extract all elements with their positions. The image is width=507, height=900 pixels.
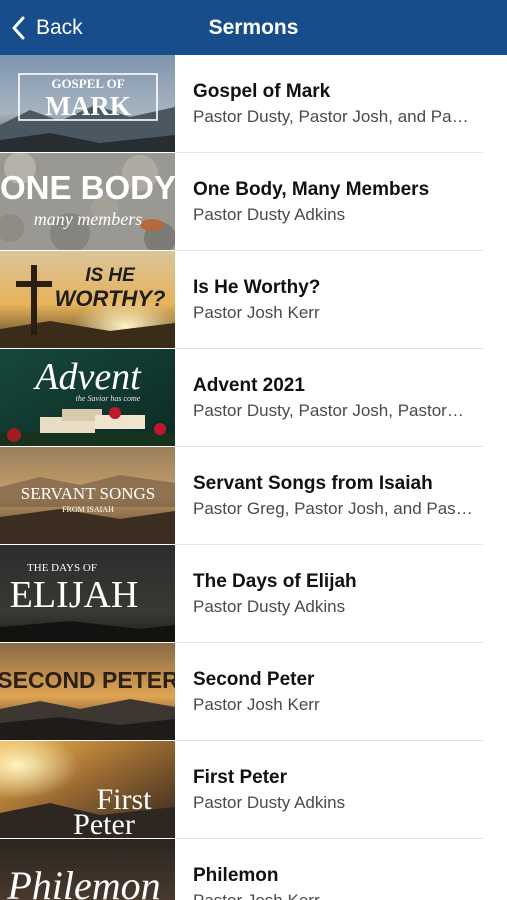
sermon-series-row[interactable]: SECOND PETER Second Peter Pastor Josh Ke… (0, 643, 507, 741)
series-artwork: GOSPEL OF MARK (0, 55, 175, 152)
sermons-screen: Back Sermons GOSPEL OF MARK Gospel of Ma… (0, 0, 507, 900)
series-speakers: Pastor Dusty, Pastor Josh, and Pas… (193, 107, 473, 126)
artwork-text: WORTHY? (55, 286, 166, 311)
series-speakers: Pastor Dusty Adkins (193, 793, 346, 812)
series-speakers: Pastor Greg, Pastor Josh, and Past… (193, 499, 473, 518)
sermon-series-row[interactable]: ONE BODY many members One Body, Many Mem… (0, 153, 507, 251)
sermon-series-row[interactable]: IS HE WORTHY? Is He Worthy? Pastor Josh … (0, 251, 507, 349)
series-speakers: Pastor Josh Kerr (193, 695, 320, 714)
artwork-text: SERVANT SONGS (21, 484, 156, 503)
artwork-text: ONE BODY (0, 169, 175, 206)
artwork-text: ELIJAH (10, 574, 139, 616)
series-title: Servant Songs from Isaiah (193, 473, 433, 494)
series-artwork: SECOND PETER (0, 643, 175, 740)
artwork-text: SECOND PETER (0, 667, 175, 693)
series-title: First Peter (193, 767, 287, 788)
back-button[interactable]: Back (12, 0, 83, 55)
series-title: Second Peter (193, 669, 315, 690)
sermon-series-row[interactable]: Philemon Philemon Pastor Josh Kerr (0, 839, 507, 900)
series-title: The Days of Elijah (193, 571, 357, 592)
sermon-series-row[interactable]: Advent the Savior has come Advent 2021 P… (0, 349, 507, 447)
series-title: Is He Worthy? (193, 277, 321, 298)
series-artwork: THE DAYS OF ELIJAH (0, 545, 175, 642)
series-artwork: Philemon (0, 839, 175, 900)
series-artwork: SERVANT SONGS FROM ISAIAH (0, 447, 175, 544)
series-title: Advent 2021 (193, 375, 305, 396)
series-speakers: Pastor Dusty, Pastor Josh, Pastor… (193, 401, 464, 420)
chevron-left-icon (12, 16, 26, 40)
sermon-series-row[interactable]: THE DAYS OF ELIJAH The Days of Elijah Pa… (0, 545, 507, 643)
artwork-text: THE DAYS OF (27, 562, 97, 574)
series-title: Philemon (193, 865, 279, 886)
series-title: Gospel of Mark (193, 81, 331, 102)
sermon-series-row[interactable]: GOSPEL OF MARK Gospel of Mark Pastor Dus… (0, 55, 507, 153)
series-speakers: Pastor Dusty Adkins (193, 205, 346, 224)
sermon-series-row[interactable]: SERVANT SONGS FROM ISAIAH Servant Songs … (0, 447, 507, 545)
artwork-text: the Savior has come (76, 394, 141, 403)
artwork-text: IS HE (85, 265, 136, 286)
artwork-text: many members (34, 209, 142, 229)
artwork-text: FROM ISAIAH (62, 505, 114, 514)
sermon-series-row[interactable]: First Peter First Peter Pastor Dusty Adk… (0, 741, 507, 839)
artwork-text: Peter (73, 808, 135, 838)
sermon-series-list: GOSPEL OF MARK Gospel of Mark Pastor Dus… (0, 55, 507, 900)
artwork-text: MARK (45, 91, 130, 121)
artwork-text: GOSPEL OF (51, 76, 124, 91)
navigation-bar: Back Sermons (0, 0, 507, 55)
series-artwork: ONE BODY many members (0, 153, 175, 250)
series-title: One Body, Many Members (193, 179, 430, 200)
artwork-text: Philemon (6, 863, 160, 900)
series-speakers: Pastor Josh Kerr (193, 890, 473, 900)
series-artwork: First Peter (0, 741, 175, 838)
back-label: Back (36, 15, 83, 39)
series-speakers: Pastor Dusty Adkins (193, 597, 346, 616)
series-artwork: Advent the Savior has come (0, 349, 175, 446)
series-speakers: Pastor Josh Kerr (193, 303, 320, 322)
artwork-text: Advent (32, 356, 142, 398)
series-artwork: IS HE WORTHY? (0, 251, 175, 348)
